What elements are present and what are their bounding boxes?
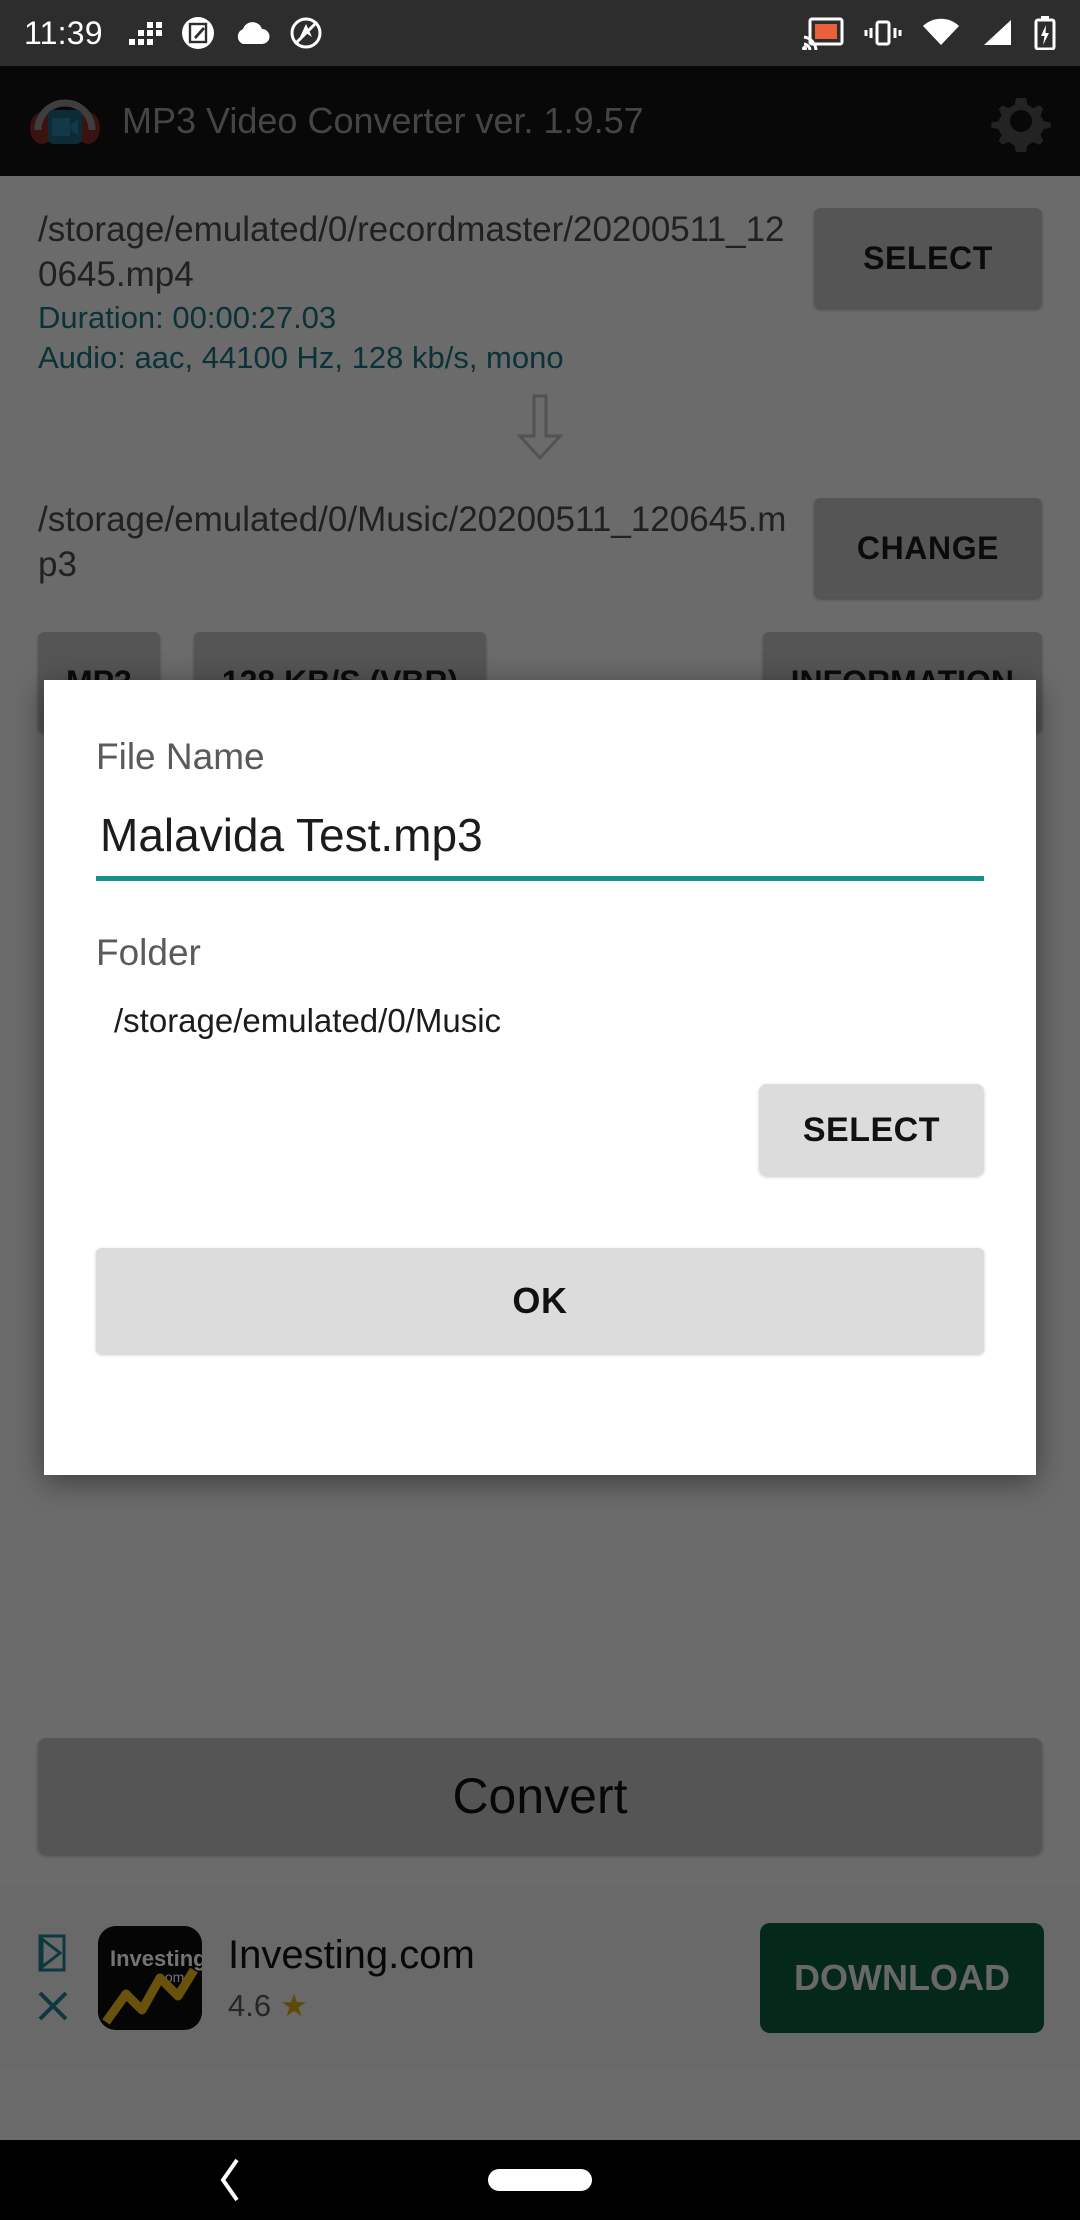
close-icon[interactable] [36,1989,70,2023]
wifi-icon [923,18,959,45]
battery-charging-icon [1034,16,1056,50]
source-file-info: /storage/emulated/0/recordmaster/2020051… [38,208,796,378]
screenshot-icon [181,17,214,49]
arrow-down-icon [38,392,1042,462]
ad-download-button[interactable]: DOWNLOAD [760,1922,1044,2033]
app-bar: MP3 Video Converter ver. 1.9.57 [0,66,1080,176]
navigation-off-icon [290,17,322,49]
ad-controls [22,1933,84,2023]
select-source-button[interactable]: SELECT [814,208,1042,308]
headphones-video-logo [28,84,102,158]
convert-button-wrapper: Convert [38,1738,1042,1854]
ad-rating: 4.6 ★ [228,1988,475,2024]
ad-app-icon: Investing .com [98,1925,202,2030]
file-name-input[interactable] [96,808,984,881]
back-chevron-icon[interactable] [215,2156,245,2204]
status-bar-system-icons [802,16,1056,50]
change-destination-button[interactable]: CHANGE [814,498,1042,599]
app-title: MP3 Video Converter ver. 1.9.57 [122,100,644,141]
ad-banner[interactable]: Investing .com Investing.com 4.6 ★ DOWNL… [0,1885,1080,2070]
gear-icon[interactable] [990,90,1052,153]
navigation-bar [0,2140,1080,2220]
source-file-path: /storage/emulated/0/recordmaster/2020051… [38,210,785,294]
folder-path-value: /storage/emulated/0/Music [114,1002,502,1039]
status-bar-notification-icons [128,16,323,50]
ad-rating-value: 4.6 [228,1987,272,2023]
save-file-dialog: File Name Folder /storage/emulated/0/Mus… [44,680,1036,1475]
destination-file-path: /storage/emulated/0/Music/20200511_12064… [38,500,787,584]
folder-select-row: SELECT [96,1084,984,1176]
cloud-icon [237,22,270,44]
select-folder-button[interactable]: SELECT [758,1084,984,1176]
status-bar-clock: 11:39 [24,14,103,51]
home-pill-icon[interactable] [488,2169,592,2191]
vibrate-icon [864,20,902,46]
phone-screen: 11:39 MP3 Video Converter ver. 1.9.57 /s… [0,0,1080,2220]
destination-file-row: /storage/emulated/0/Music/20200511_12064… [38,466,1042,599]
svg-text:Investing: Investing [110,1946,202,1971]
folder-label: Folder [96,932,201,973]
ok-button[interactable]: OK [96,1248,984,1354]
star-icon: ★ [280,1987,308,2023]
source-file-row: /storage/emulated/0/recordmaster/2020051… [38,176,1042,378]
adchoices-icon[interactable] [34,1933,72,1973]
convert-button[interactable]: Convert [38,1738,1042,1854]
ad-info: Investing.com 4.6 ★ [228,1932,475,2024]
status-bar: 11:39 [0,0,1080,66]
cast-icon [802,17,844,50]
source-audio-info: Audio: aac, 44100 Hz, 128 kb/s, mono [38,339,564,375]
source-duration: Duration: 00:00:27.03 [38,299,337,335]
cell-signal-icon [984,20,1011,45]
file-name-label: File Name [96,736,265,777]
ad-title: Investing.com [228,1932,475,1977]
signal-bars-icon [128,22,162,45]
